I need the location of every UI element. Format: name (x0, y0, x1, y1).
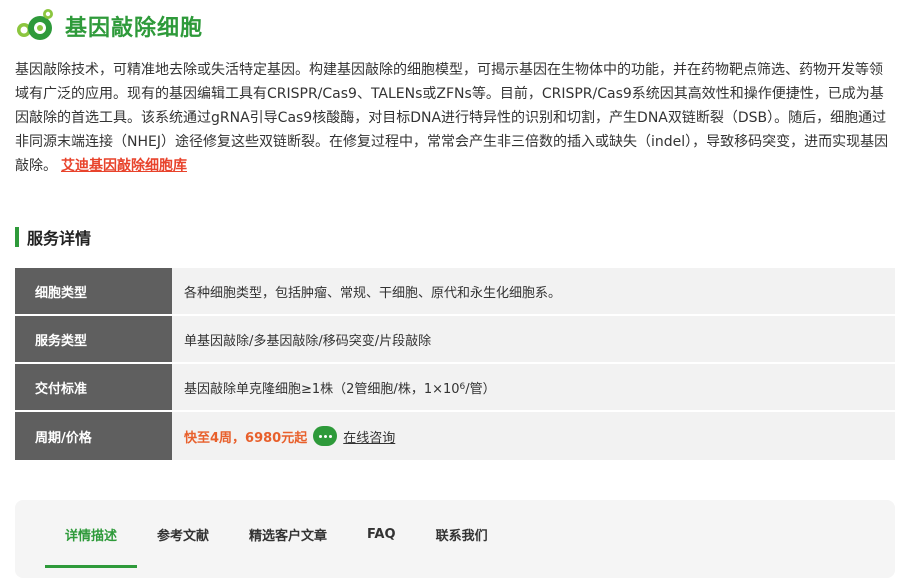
cells-logo-icon (15, 6, 55, 46)
service-details-heading: 服务详情 (15, 226, 91, 248)
detail-row-delivery-standard: 交付标准 基因敲除单克隆细胞≥1株（2管细胞/株，1×10 6/管） (15, 364, 895, 410)
detail-value: 各种细胞类型，包括肿瘤、常规、干细胞、原代和永生化细胞系。 (172, 268, 895, 314)
delivery-text-prefix: 基因敲除单克隆细胞≥1株（2管细胞/株，1×10 (184, 381, 460, 397)
detail-label: 交付标准 (15, 364, 172, 410)
tab-detail-description[interactable]: 详情描述 (45, 500, 138, 568)
online-consult-link[interactable]: 在线咨询 (343, 427, 395, 446)
detail-value: 单基因敲除/多基因敲除/移码突变/片段敲除 (172, 316, 895, 362)
detail-row-cell-type: 细胞类型 各种细胞类型，包括肿瘤、常规、干细胞、原代和永生化细胞系。 (15, 268, 895, 314)
detail-value: 快至4周，6980元起 在线咨询 (172, 412, 895, 460)
chat-bubble-icon[interactable] (313, 426, 338, 446)
detail-value: 基因敲除单克隆细胞≥1株（2管细胞/株，1×10 6/管） (172, 364, 895, 410)
detail-tabs-bar: 详情描述 参考文献 精选客户文章 FAQ 联系我们 (15, 500, 895, 578)
detail-label: 服务类型 (15, 316, 172, 362)
knockout-cell-library-link[interactable]: 艾迪基因敲除细胞库 (61, 158, 187, 174)
section-title: 服务详情 (27, 229, 92, 248)
service-details-table: 细胞类型 各种细胞类型，包括肿瘤、常规、干细胞、原代和永生化细胞系。 服务类型 … (15, 268, 895, 460)
tab-faq[interactable]: FAQ (347, 500, 416, 568)
tab-references[interactable]: 参考文献 (137, 500, 229, 568)
detail-row-service-type: 服务类型 单基因敲除/多基因敲除/移码突变/片段敲除 (15, 316, 895, 362)
tab-contact-us[interactable]: 联系我们 (416, 500, 508, 568)
price-text: 快至4周，6980元起 (184, 430, 308, 446)
page-title: 基因敲除细胞 (65, 16, 204, 41)
detail-row-period-price: 周期/价格 快至4周，6980元起 在线咨询 (15, 412, 895, 460)
delivery-text-suffix: /管） (465, 381, 496, 397)
tab-customer-articles[interactable]: 精选客户文章 (229, 500, 347, 568)
tab-list: 详情描述 参考文献 精选客户文章 FAQ 联系我们 (45, 500, 508, 568)
detail-label: 细胞类型 (15, 268, 172, 314)
detail-label: 周期/价格 (15, 412, 172, 460)
page-header: 基因敲除细胞 (15, 5, 203, 47)
intro-paragraph: 基因敲除技术，可精准地去除或失活特定基因。构建基因敲除的细胞模型，可揭示基因在生… (15, 58, 895, 178)
section-accent-bar (15, 227, 19, 247)
